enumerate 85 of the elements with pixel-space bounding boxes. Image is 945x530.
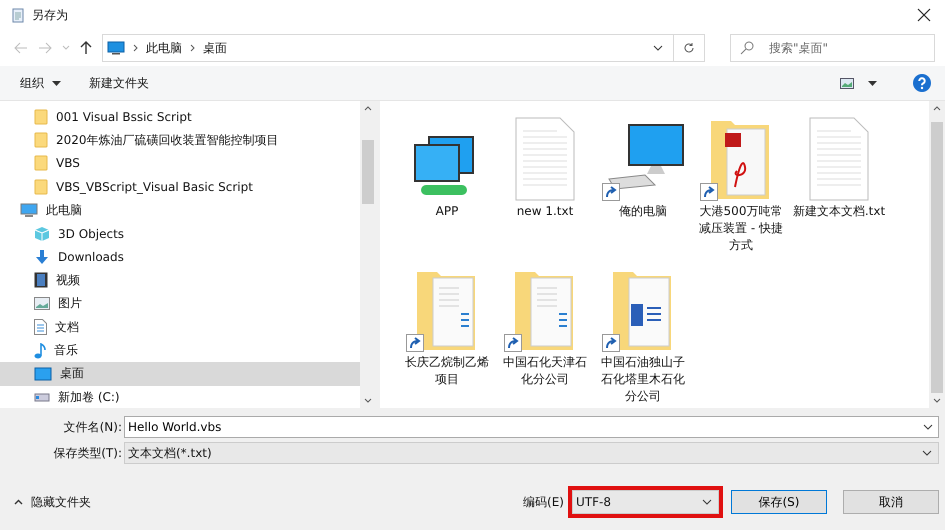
sidebar-item[interactable]: 桌面: [0, 362, 360, 386]
download-icon: [34, 249, 50, 266]
file-item[interactable]: 中国石油独山子石化塔里木石化分公司: [594, 260, 692, 405]
scroll-thumb[interactable]: [362, 140, 374, 204]
breadcrumb[interactable]: 此电脑: [146, 40, 182, 56]
file-item[interactable]: 中国石化天津石化分公司: [496, 260, 594, 405]
desktop-icon: [34, 366, 52, 381]
monitor-icon: [107, 41, 125, 55]
sidebar-item[interactable]: 视频: [0, 268, 360, 292]
organize-menu[interactable]: 组织: [20, 74, 44, 92]
hide-folders-toggle[interactable]: 隐藏文件夹: [31, 494, 91, 510]
file-item[interactable]: 新建文本文档.txt: [790, 109, 888, 254]
chevron-icon[interactable]: [190, 44, 195, 52]
file-item[interactable]: 长庆乙烷制乙烯项目: [398, 260, 496, 405]
file-name: 大港500万吨常减压装置 - 快捷方式: [698, 203, 784, 254]
search-icon: [740, 41, 754, 55]
chevron-icon[interactable]: [133, 44, 138, 52]
scroll-down-icon[interactable]: [364, 398, 372, 403]
text-file-icon: [809, 117, 869, 201]
scroll-up-icon[interactable]: [933, 106, 941, 111]
scrollbar[interactable]: [929, 101, 945, 408]
address-bar[interactable]: 此电脑 桌面: [102, 34, 674, 62]
sidebar-item[interactable]: Downloads: [0, 245, 360, 269]
up-arrow-icon[interactable]: [80, 41, 92, 55]
view-icon[interactable]: [840, 78, 854, 88]
file-name: 新建文本文档.txt: [792, 203, 886, 220]
cube-icon: [34, 226, 50, 242]
file-name: 中国石油独山子石化塔里木石化分公司: [600, 354, 686, 405]
dropdown-icon[interactable]: [52, 80, 61, 86]
folder-icon: [34, 178, 48, 195]
sidebar-item[interactable]: 音乐: [0, 338, 360, 362]
file-name: 俺的电脑: [618, 203, 668, 220]
caret-icon[interactable]: [14, 499, 23, 505]
file-type-dropdown[interactable]: 文本文档(*.txt): [124, 442, 939, 464]
folder-icon: [34, 132, 48, 148]
file-name: new 1.txt: [516, 203, 574, 220]
search-field[interactable]: 搜索"桌面": [730, 34, 935, 62]
text-file-icon: [515, 117, 575, 201]
file-name: 中国石化天津石化分公司: [502, 354, 588, 388]
picture-icon: [34, 297, 50, 310]
refresh-button[interactable]: [674, 34, 705, 62]
file-item[interactable]: 俺的电脑: [594, 109, 692, 254]
cancel-button[interactable]: 取消: [843, 490, 939, 514]
file-item[interactable]: 大港500万吨常减压装置 - 快捷方式: [692, 109, 790, 254]
film-icon: [34, 272, 48, 288]
sidebar-item[interactable]: 3D Objects: [0, 222, 360, 246]
file-name: 长庆乙烷制乙烯项目: [404, 354, 490, 388]
sidebar-item[interactable]: 2020年炼油厂硫磺回收装置智能控制项目: [0, 128, 360, 152]
filename-label: 文件名(N):: [62, 418, 122, 436]
notepad-icon: [10, 7, 26, 23]
folder-icon: [34, 108, 48, 125]
drive-icon: [34, 391, 50, 404]
sidebar-item[interactable]: VBS: [0, 152, 360, 176]
window-title: 另存为: [32, 6, 68, 24]
sidebar-item[interactable]: 文档: [0, 316, 360, 339]
dropdown-icon[interactable]: [653, 45, 663, 51]
folder-icon: [34, 155, 48, 172]
dropdown-icon[interactable]: [922, 450, 932, 456]
file-item[interactable]: new 1.txt: [496, 109, 594, 254]
sidebar-item[interactable]: 图片: [0, 292, 360, 316]
filename-field[interactable]: Hello World.vbs: [124, 416, 939, 438]
file-type-label: 保存类型(T):: [52, 444, 122, 462]
sidebar-item[interactable]: 新加卷 (C:): [0, 386, 360, 408]
new-folder-button[interactable]: 新建文件夹: [89, 74, 149, 92]
scroll-up-icon[interactable]: [364, 106, 372, 111]
sidebar-item[interactable]: VBS_VBScript_Visual Basic Script: [0, 175, 360, 199]
refresh-icon: [683, 42, 695, 54]
dropdown-icon[interactable]: [702, 499, 712, 505]
music-note-icon: [34, 342, 46, 359]
view-dropdown-icon[interactable]: [868, 80, 877, 86]
save-button[interactable]: 保存(S): [731, 490, 827, 514]
monitor-icon: [20, 202, 38, 218]
sidebar-item[interactable]: 此电脑: [0, 198, 360, 222]
file-name: APP: [434, 203, 460, 220]
scroll-down-icon[interactable]: [933, 398, 941, 403]
dropdown-icon[interactable]: [923, 424, 933, 430]
breadcrumb[interactable]: 桌面: [203, 40, 227, 56]
sidebar-item[interactable]: 001 Visual Bssic Script: [0, 105, 360, 128]
encoding-label: 编码(E): [523, 494, 564, 510]
file-item[interactable]: APP: [398, 109, 496, 254]
document-icon: [34, 319, 47, 336]
encoding-dropdown[interactable]: UTF-8: [572, 490, 719, 514]
close-icon[interactable]: [917, 8, 931, 22]
help-icon[interactable]: [913, 74, 931, 92]
scroll-thumb[interactable]: [931, 122, 943, 393]
